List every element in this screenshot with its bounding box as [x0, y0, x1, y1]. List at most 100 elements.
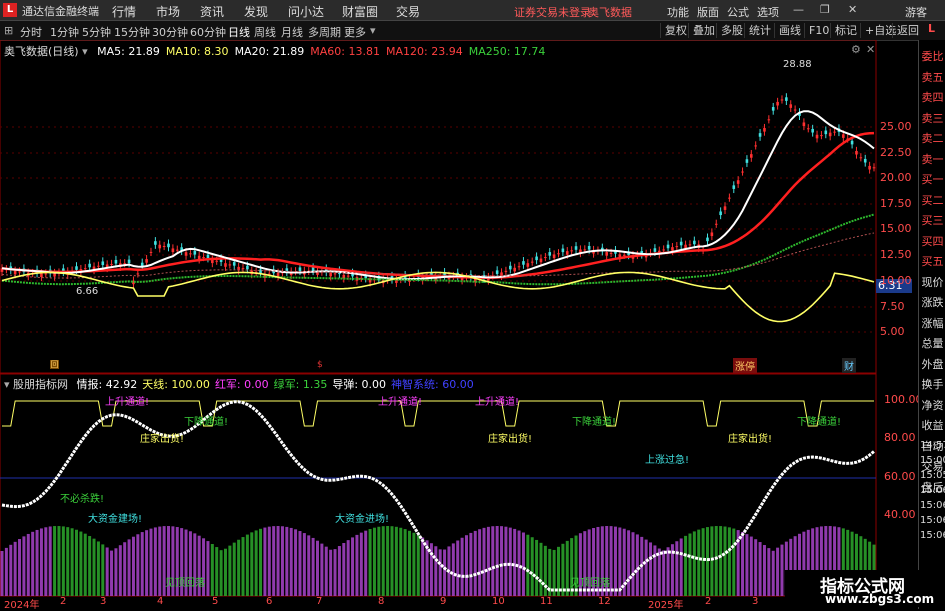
menu-gongneng[interactable]: 功能: [667, 4, 689, 20]
menu-wenxiaoda[interactable]: 问小达: [288, 3, 324, 20]
finance-marker[interactable]: 财: [842, 358, 856, 373]
histogram-bar: [342, 543, 346, 596]
side-panel-item[interactable]: 卖四: [919, 89, 945, 105]
period-15min[interactable]: 15分钟: [114, 24, 150, 40]
menu-jiaoyi[interactable]: 交易: [396, 3, 420, 20]
dividend-marker-icon[interactable]: $: [317, 360, 323, 370]
histogram-bar: [491, 526, 495, 596]
menu-caifuquan[interactable]: 财富圈: [342, 3, 378, 20]
side-panel-item[interactable]: 总量: [919, 335, 945, 351]
side-panel-item[interactable]: 换手: [919, 376, 945, 392]
side-panel-item[interactable]: 收益: [919, 417, 945, 433]
period-60min[interactable]: 60分钟: [190, 24, 226, 40]
restore-icon[interactable]: ❐: [820, 3, 830, 16]
ma-legend-item: MA120: 23.94: [386, 45, 463, 58]
period-1min[interactable]: 1分钟: [50, 24, 79, 40]
indicator-annotation: 见顶回落: [570, 578, 610, 589]
close-pane-icon[interactable]: ✕: [866, 43, 875, 56]
histogram-bar: [631, 532, 635, 596]
menu-shichang[interactable]: 市场: [156, 3, 180, 20]
histogram-bar: [705, 527, 709, 596]
menu-gongshi[interactable]: 公式: [727, 4, 749, 20]
menu-banmian[interactable]: 版面: [697, 4, 719, 20]
histogram-bar: [74, 529, 78, 596]
histogram-bar: [767, 548, 771, 596]
menu-xuanxiang[interactable]: 选项: [757, 4, 779, 20]
histogram-bar: [245, 534, 249, 596]
histogram-bar: [754, 539, 758, 596]
menu-zixun[interactable]: 资讯: [200, 3, 224, 20]
period-5min[interactable]: 5分钟: [82, 24, 111, 40]
legend2-toggle-icon[interactable]: ▾: [4, 378, 10, 391]
close-icon[interactable]: ✕: [848, 3, 857, 16]
side-panel-item[interactable]: 净资: [919, 397, 945, 413]
histogram-bar: [39, 528, 43, 596]
side-panel-item[interactable]: 现价: [919, 274, 945, 290]
x-tick-label: 6: [266, 596, 273, 607]
minimize-icon[interactable]: —: [793, 3, 804, 16]
side-panel-item[interactable]: 买五: [919, 253, 945, 269]
candle-body: [557, 253, 560, 255]
indicator-annotation: 庄家出货!: [488, 434, 533, 445]
btn-biaoji[interactable]: 标记: [830, 23, 861, 38]
y-tick-label: 20.00: [880, 171, 912, 184]
histogram-bar: [79, 531, 83, 596]
period-30min[interactable]: 30分钟: [152, 24, 188, 40]
side-panel-item[interactable]: 卖五: [919, 69, 945, 85]
trade-login-notice[interactable]: 证券交易未登录: [514, 4, 591, 20]
limit-up-marker[interactable]: 涨停: [733, 358, 757, 373]
indicator-annotation: 上涨过急!: [645, 455, 690, 466]
candle-body: [246, 265, 249, 270]
more-chevron-icon[interactable]: ▾: [370, 24, 376, 37]
histogram-bar: [644, 539, 648, 596]
candle-body: [732, 185, 736, 189]
btn-diejia[interactable]: 叠加: [688, 23, 719, 38]
menu-hangqing[interactable]: 行情: [112, 3, 136, 20]
side-panel-item[interactable]: 涨跌: [919, 294, 945, 310]
side-panel-item[interactable]: 卖二: [919, 130, 945, 146]
indicator-annotation: 庄家出货!: [728, 434, 773, 445]
side-panel-item[interactable]: 买一: [919, 171, 945, 187]
candle-body: [44, 273, 48, 275]
candle-body: [570, 250, 573, 252]
side-time-label: 15:06: [920, 500, 945, 511]
histogram-bar: [315, 540, 319, 596]
side-panel-item[interactable]: 买四: [919, 233, 945, 249]
side-panel-item[interactable]: 卖一: [919, 151, 945, 167]
btn-huaxian[interactable]: 画线: [774, 23, 805, 38]
histogram-bar: [351, 537, 355, 596]
histogram-bar: [745, 534, 749, 596]
period-monthly[interactable]: 月线: [281, 24, 303, 40]
period-more[interactable]: 更多: [344, 24, 366, 40]
side-panel-item[interactable]: 卖三: [919, 110, 945, 126]
histogram-bar: [276, 526, 280, 596]
indicator-legend-item: 天线: 100.00: [142, 378, 210, 391]
gear-icon[interactable]: ⚙: [851, 43, 861, 56]
candle-body: [18, 271, 21, 273]
high-price-label: 28.88: [783, 59, 812, 70]
btn-tongji[interactable]: 统计: [744, 23, 775, 38]
legend-toggle-icon[interactable]: ▾: [82, 45, 88, 58]
candle-body: [750, 154, 753, 158]
side-panel-item[interactable]: 委比: [919, 48, 945, 64]
histogram-bar: [294, 529, 298, 596]
period-weekly[interactable]: 周线: [254, 24, 276, 40]
histogram-bar: [110, 550, 114, 596]
period-fenshi[interactable]: 分时: [20, 24, 42, 40]
side-panel-item[interactable]: 涨幅: [919, 315, 945, 331]
btn-fuquan[interactable]: 复权: [660, 23, 691, 38]
side-panel-item[interactable]: 外盘: [919, 356, 945, 372]
side-panel-item[interactable]: 买三: [919, 212, 945, 228]
btn-duogu[interactable]: 多股: [716, 23, 747, 38]
side-panel-item[interactable]: 买二: [919, 192, 945, 208]
candle-body: [587, 246, 591, 250]
menu-faxian[interactable]: 发现: [244, 3, 268, 20]
period-multi[interactable]: 多周期: [308, 24, 341, 40]
guest-label[interactable]: 游客: [905, 4, 927, 20]
histogram-bar: [127, 539, 131, 596]
btn-f10[interactable]: F10: [804, 23, 833, 38]
candle-body: [224, 263, 227, 267]
x-tick-label: 3: [100, 596, 107, 607]
event-marker-icon[interactable]: 回: [50, 360, 59, 369]
period-daily[interactable]: 日线: [228, 24, 250, 40]
